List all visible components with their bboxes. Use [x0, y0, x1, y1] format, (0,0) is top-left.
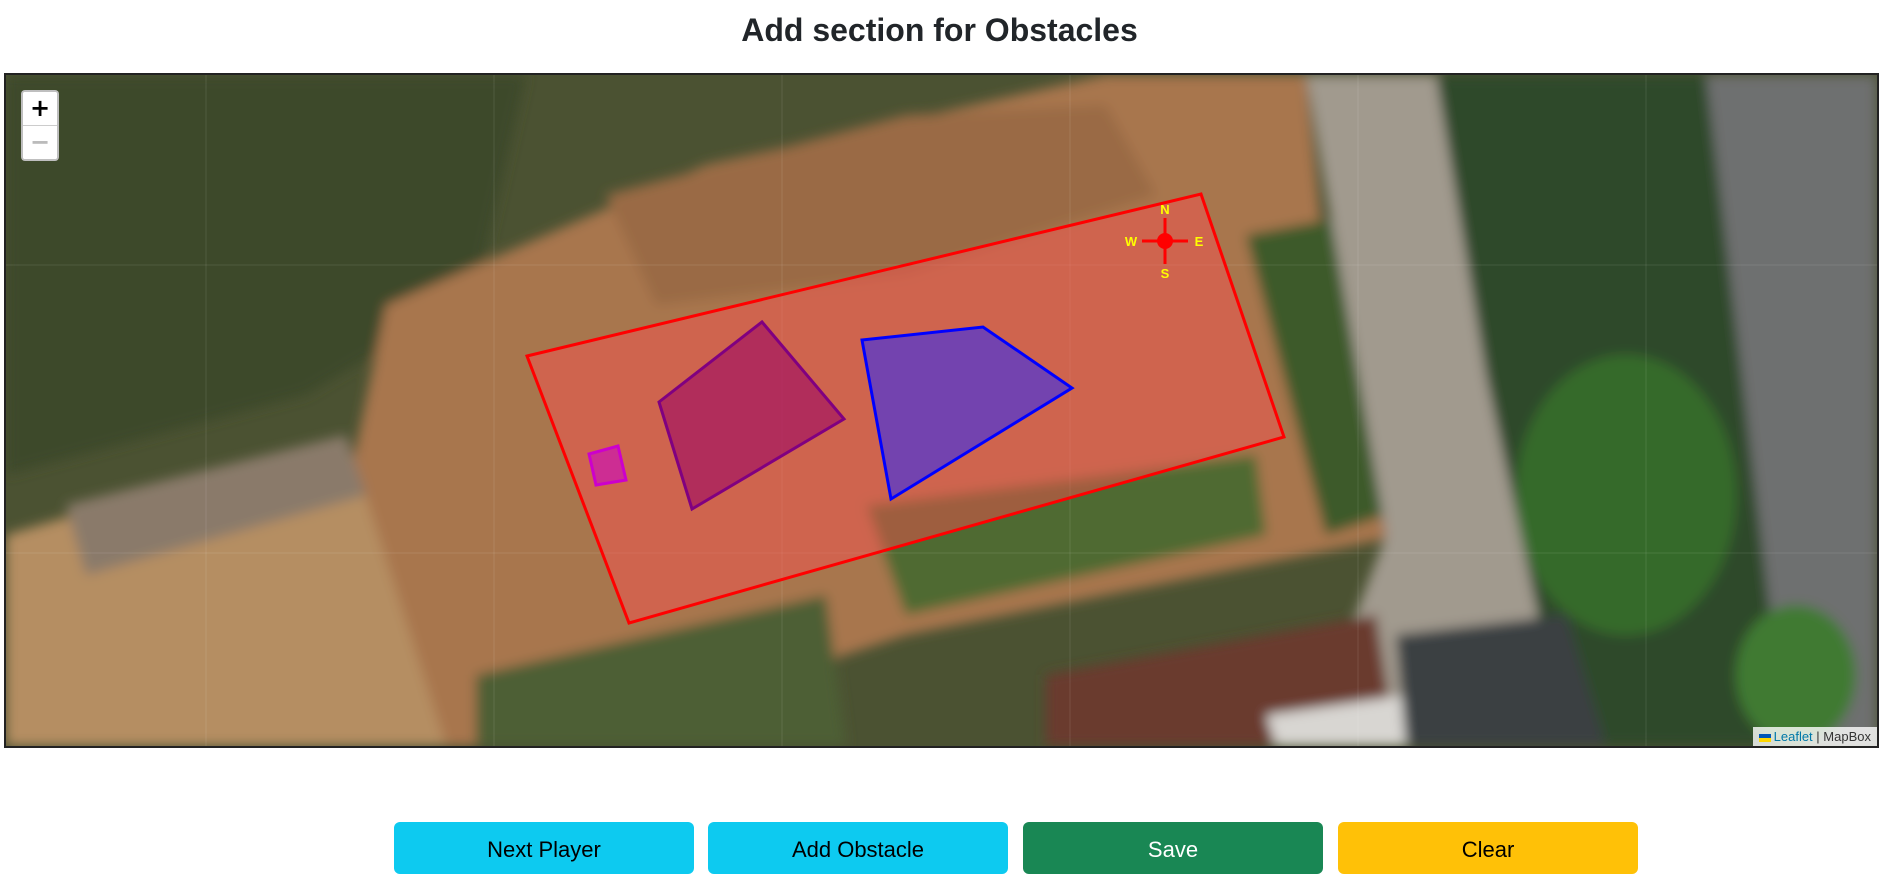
page-title: Add section for Obstacles — [741, 12, 1138, 48]
ukraine-flag-icon — [1758, 733, 1771, 742]
zoom-control: + − — [21, 90, 59, 161]
compass-west-label: W — [1125, 234, 1138, 249]
compass-north-label: N — [1160, 202, 1169, 217]
zoom-in-button[interactable]: + — [23, 92, 57, 125]
add-obstacle-button[interactable]: Add Obstacle — [708, 822, 1008, 874]
attribution-provider: MapBox — [1823, 729, 1871, 744]
leaflet-link[interactable]: Leaflet — [1774, 729, 1813, 744]
obstacle-polygon-small[interactable] — [587, 444, 628, 487]
map-view[interactable]: N S E W + − Leaflet | MapBox — [4, 73, 1879, 748]
map-attribution: Leaflet | MapBox — [1752, 727, 1877, 746]
save-button[interactable]: Save — [1023, 822, 1323, 874]
zoom-out-button[interactable]: − — [23, 125, 57, 159]
clear-button[interactable]: Clear — [1338, 822, 1638, 874]
next-player-button[interactable]: Next Player — [394, 822, 694, 874]
satellite-imagery[interactable]: N S E W — [6, 75, 1877, 746]
compass-south-label: S — [1161, 266, 1170, 281]
attribution-separator: | — [1812, 729, 1824, 744]
compass-east-label: E — [1195, 234, 1204, 249]
